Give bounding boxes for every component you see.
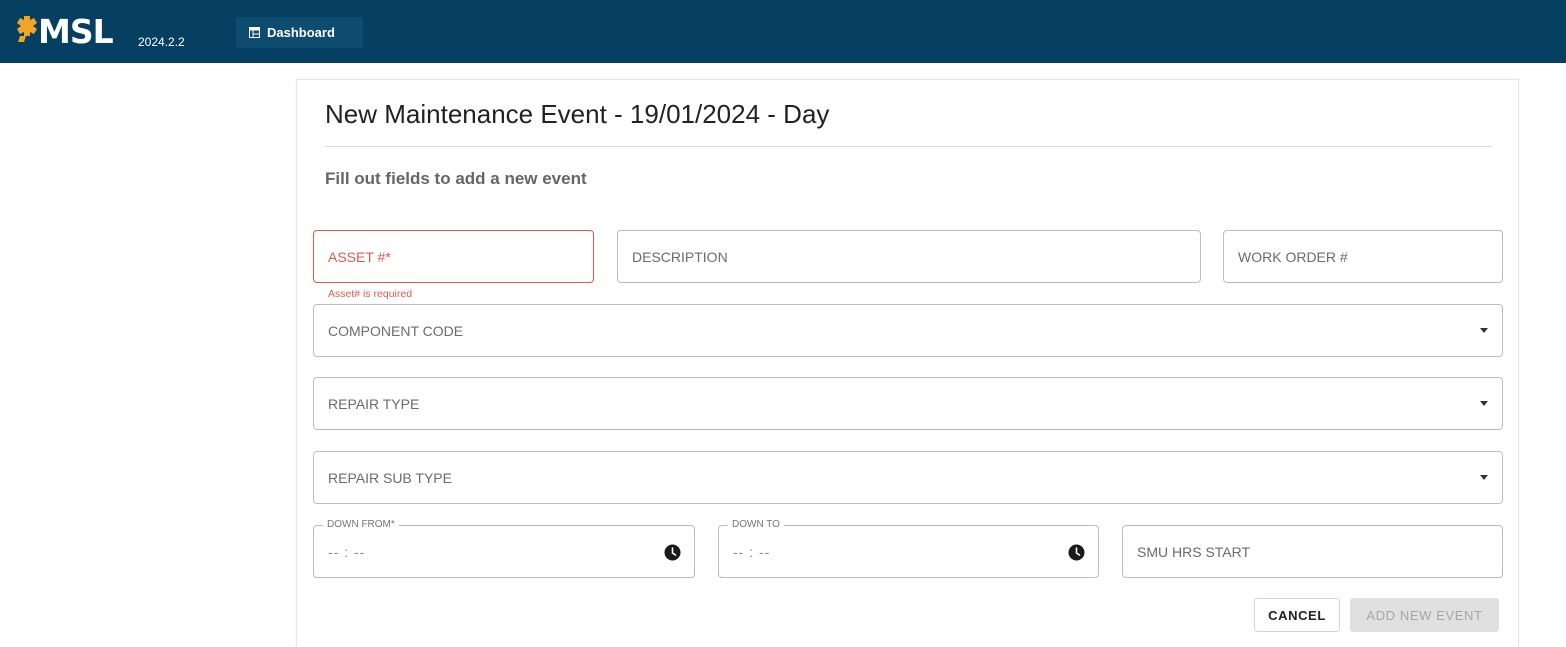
work-order-input[interactable]: WORK ORDER # [1223,230,1503,283]
clock-icon[interactable] [1068,544,1085,561]
dropdown-arrow-icon [1480,401,1488,406]
cancel-button[interactable]: CANCEL [1254,598,1340,632]
repair-sub-type-placeholder: REPAIR SUB TYPE [328,469,452,486]
gear-logo-icon [17,16,37,42]
down-from-label: DOWN FROM* [323,519,399,531]
new-event-card: New Maintenance Event - 19/01/2024 - Day… [296,79,1519,647]
description-placeholder: DESCRIPTION [632,248,728,265]
down-to-value: -- : -- [733,543,771,560]
nav-dashboard-button[interactable]: Dashboard [236,17,363,48]
asset-placeholder: ASSET #* [328,248,391,265]
clock-icon[interactable] [664,544,681,561]
asset-error-text: Asset# is required [328,288,413,300]
dropdown-arrow-icon [1480,475,1488,480]
title-divider [325,146,1492,147]
nav-dashboard-label: Dashboard [267,25,335,40]
component-code-placeholder: COMPONENT CODE [328,322,464,339]
down-from-time-input[interactable]: DOWN FROM* -- : -- [313,519,695,578]
work-order-placeholder: WORK ORDER # [1238,248,1348,265]
down-to-time-input[interactable]: DOWN TO -- : -- [718,519,1099,578]
down-to-label: DOWN TO [728,519,784,531]
repair-sub-type-select[interactable]: REPAIR SUB TYPE [313,451,1503,504]
add-new-event-button[interactable]: ADD NEW EVENT [1350,598,1499,632]
description-input[interactable]: DESCRIPTION [617,230,1201,283]
top-navigation-bar: MSL 2024.2.2 Dashboard [0,0,1566,63]
dashboard-icon [249,27,260,38]
page-title: New Maintenance Event - 19/01/2024 - Day [325,99,830,129]
form-subtitle: Fill out fields to add a new event [325,169,587,188]
smu-hrs-start-placeholder: SMU HRS START [1137,543,1251,560]
repair-type-select[interactable]: REPAIR TYPE [313,377,1503,430]
logo-text: MSL [38,12,114,51]
component-code-select[interactable]: COMPONENT CODE [313,304,1503,357]
app-version: 2024.2.2 [138,35,185,49]
smu-hrs-start-input[interactable]: SMU HRS START [1122,525,1503,578]
dropdown-arrow-icon [1480,328,1488,333]
repair-type-placeholder: REPAIR TYPE [328,395,420,412]
asset-input[interactable]: ASSET #* [313,230,594,283]
down-from-value: -- : -- [328,543,366,560]
